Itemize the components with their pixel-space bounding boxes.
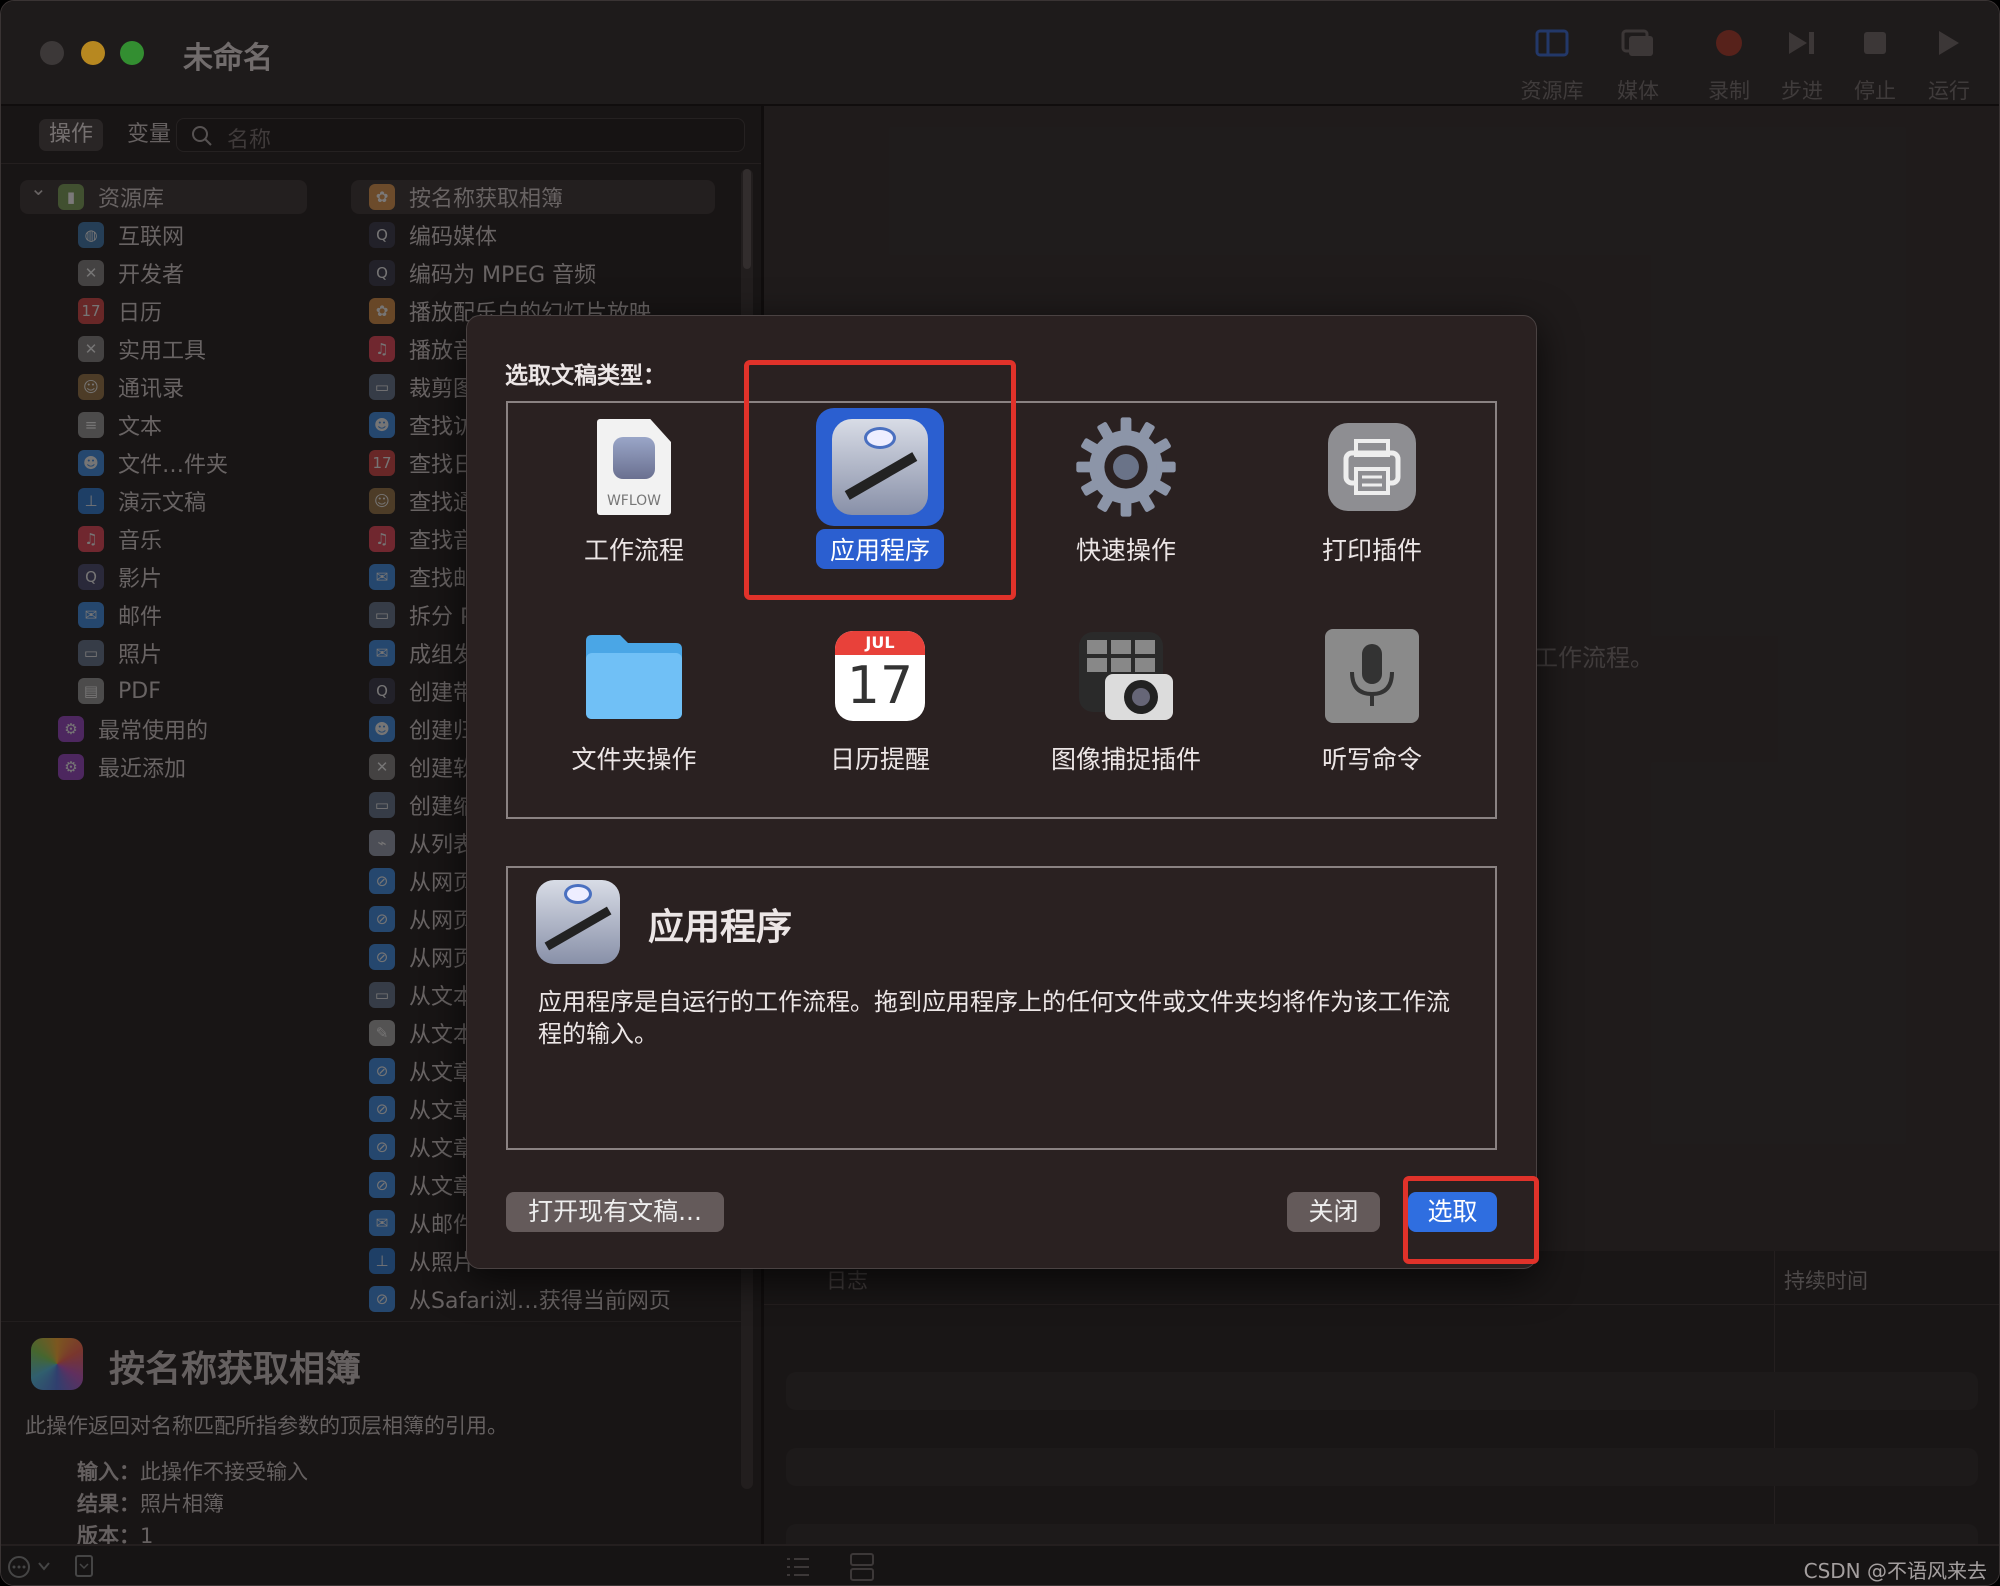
gear-icon [1076,417,1176,517]
type-label: 听写命令 [1321,745,1422,774]
type-quick-action[interactable]: 快速操作 [1026,411,1226,569]
calendar-month: JUL [835,631,925,655]
type-detail-box: 应用程序 应用程序是自运行的工作流程。拖到应用程序上的任何文件或文件夹均将作为该… [506,866,1497,1150]
type-label: 图像捕捉插件 [1050,745,1201,774]
workflow-document-icon: WFLOW [597,419,671,515]
type-print-plugin[interactable]: 打印插件 [1272,411,1472,569]
type-workflow[interactable]: WFLOW 工作流程 [534,411,734,569]
type-label: 文件夹操作 [571,745,697,774]
microphone-icon [1325,629,1419,723]
detail-text: 应用程序是自运行的工作流程。拖到应用程序上的任何文件或文件夹均将作为该工作流程的… [538,988,1450,1048]
type-label: 工作流程 [583,536,684,565]
type-dictation-command[interactable]: 听写命令 [1272,620,1472,778]
calendar-day: 17 [846,656,914,716]
printer-icon [1328,423,1416,511]
image-capture-icon [1079,632,1173,720]
detail-title: 应用程序 [648,907,793,948]
type-label: 快速操作 [1075,536,1176,565]
type-label: 日历提醒 [829,745,930,774]
close-button[interactable]: 关闭 [1287,1192,1380,1232]
calendar-icon: JUL 17 [835,631,925,721]
type-folder-action[interactable]: 文件夹操作 [534,620,734,778]
type-label: 打印插件 [1321,536,1422,565]
highlight-choose-button [1403,1176,1539,1264]
type-calendar-alarm[interactable]: JUL 17 日历提醒 [780,620,980,778]
type-image-capture-plugin[interactable]: 图像捕捉插件 [1026,620,1226,778]
open-existing-button[interactable]: 打开现有文稿... [506,1192,724,1232]
wflow-badge: WFLOW [606,493,662,509]
folder-icon [586,635,682,719]
dialog-label: 选取文稿类型： [505,363,666,389]
automator-application-icon [536,880,620,964]
highlight-application [744,360,1016,600]
